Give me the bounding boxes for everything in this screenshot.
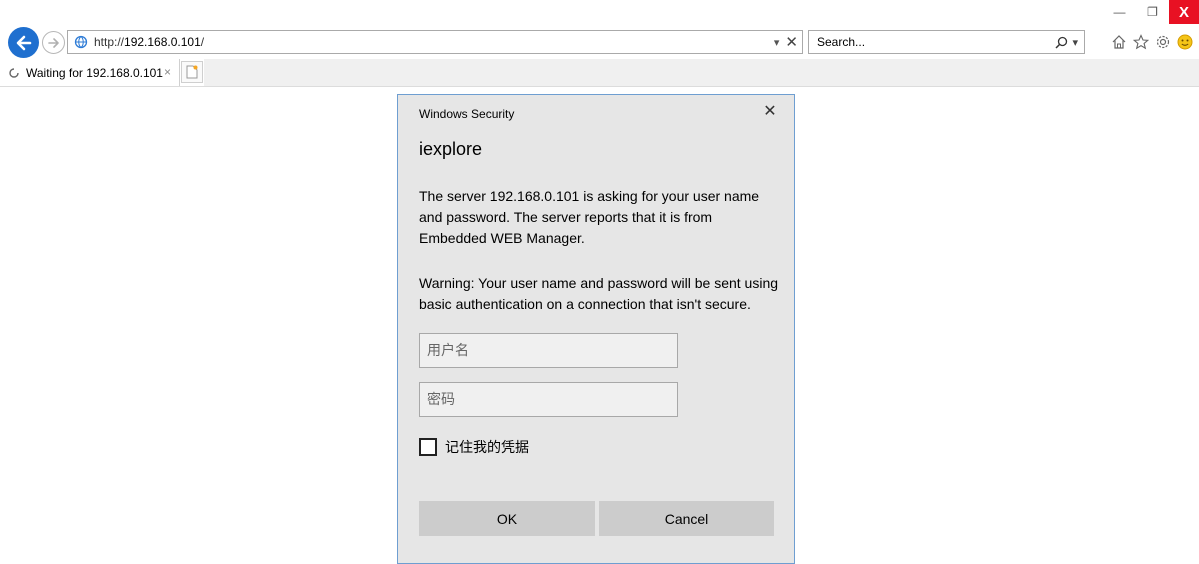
windows-security-dialog: Windows Security ✕ iexplore The server 1… (397, 94, 795, 564)
tab-close-button[interactable]: × (164, 65, 171, 79)
url-prefix: http:// (94, 35, 125, 49)
toolbar-icons (1110, 30, 1193, 54)
restore-button[interactable]: ❐ (1136, 0, 1169, 24)
tab-title: Waiting for 192.168.0.101 (26, 65, 163, 80)
username-input[interactable] (420, 334, 677, 367)
star-icon[interactable] (1132, 34, 1149, 51)
url-text[interactable]: http://192.168.0.101/ (94, 35, 204, 49)
magnifier-icon[interactable] (1055, 36, 1068, 49)
search-input[interactable] (815, 32, 1045, 52)
smiley-icon[interactable] (1176, 34, 1193, 51)
url-suffix: / (200, 35, 205, 49)
back-button[interactable] (8, 27, 39, 58)
dialog-close-button[interactable]: ✕ (762, 103, 778, 120)
loading-spinner-icon (8, 67, 20, 79)
home-icon[interactable] (1110, 34, 1127, 51)
minimize-button[interactable]: — (1103, 0, 1136, 24)
dialog-message: The server 192.168.0.101 is asking for y… (419, 188, 760, 246)
dialog-caption: Windows Security (419, 107, 515, 121)
search-actions: ▾ (1055, 31, 1078, 53)
remember-checkbox[interactable] (419, 438, 437, 456)
forward-button[interactable] (42, 31, 65, 54)
cancel-button[interactable]: Cancel (599, 501, 774, 536)
site-globe-icon (72, 33, 90, 51)
gear-icon[interactable] (1154, 34, 1171, 51)
dialog-title: iexplore (419, 139, 483, 159)
navigation-bar: http://192.168.0.101/ ▾ ✕ ▾ (0, 25, 1199, 59)
tab-bar: Waiting for 192.168.0.101 × (0, 59, 1199, 87)
ok-button[interactable]: OK (419, 501, 595, 536)
password-input[interactable] (420, 383, 677, 416)
address-bar-actions: ▾ ✕ (774, 31, 798, 53)
new-tab-button[interactable] (181, 61, 203, 83)
password-field (419, 382, 678, 417)
remember-credentials[interactable]: 记住我的凭据 (419, 437, 529, 457)
remember-label: 记住我的凭据 (445, 440, 529, 456)
dialog-warning: Warning: Your user name and password wil… (419, 275, 779, 312)
back-arrow-icon (16, 35, 31, 50)
username-field (419, 333, 678, 368)
search-dropdown-button[interactable]: ▾ (1072, 36, 1078, 49)
tab-strip-empty (204, 59, 1199, 86)
url-host: 192.168.0.101 (124, 35, 201, 49)
tab-active[interactable]: Waiting for 192.168.0.101 × (0, 59, 180, 86)
address-bar[interactable]: http://192.168.0.101/ ▾ ✕ (67, 30, 803, 54)
forward-arrow-icon (47, 37, 59, 48)
stop-loading-button[interactable]: ✕ (785, 33, 798, 51)
close-window-button[interactable]: X (1169, 0, 1199, 24)
address-dropdown-button[interactable]: ▾ (774, 36, 780, 49)
search-box: ▾ (808, 30, 1085, 54)
new-tab-icon (186, 65, 198, 79)
window-controls: — ❐ X (1103, 0, 1199, 26)
